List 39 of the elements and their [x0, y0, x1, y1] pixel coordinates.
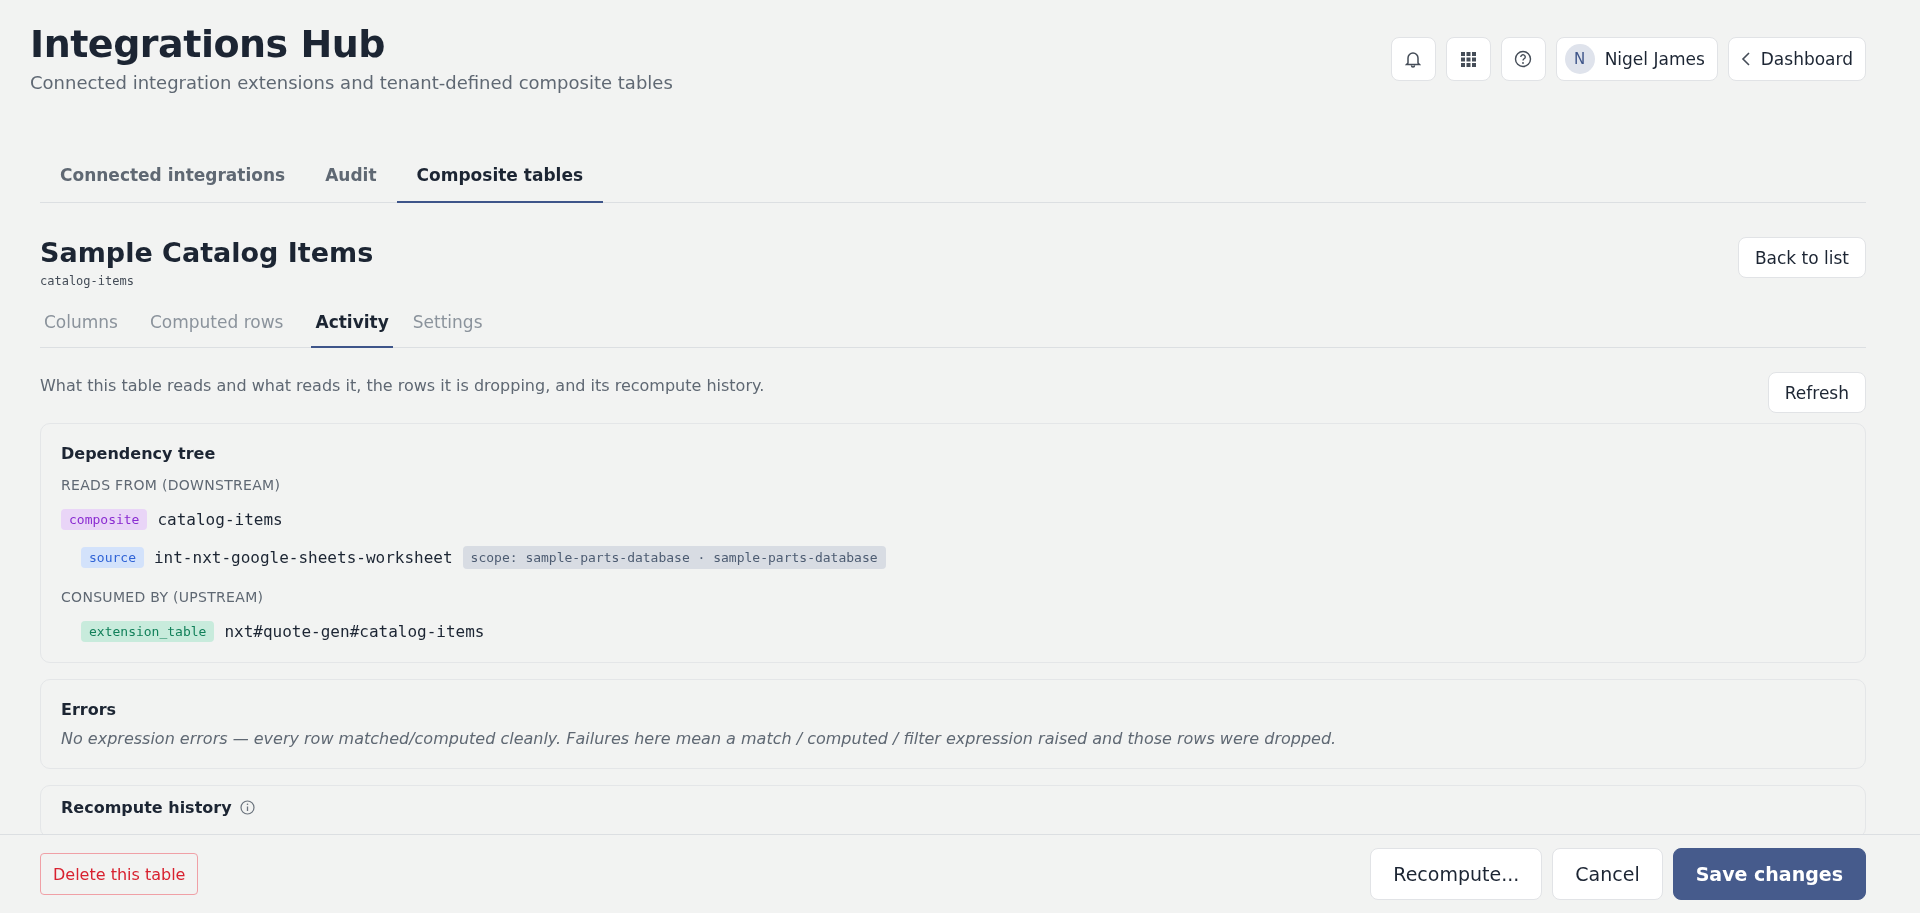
table-slug: catalog-items: [40, 274, 135, 288]
section-heading: CONSUMED BY (UPSTREAM): [61, 589, 265, 605]
page-title: Integrations Hub: [30, 22, 386, 66]
footer-button[interactable]: Cancel: [1552, 848, 1663, 900]
sub-tab[interactable]: Activity: [311, 308, 393, 348]
table-title: Sample Catalog Items: [40, 237, 374, 268]
tab[interactable]: Composite tables: [396, 165, 604, 203]
type-tag: composite: [61, 509, 148, 530]
back-to-list-button[interactable]: Back to list: [1737, 237, 1866, 278]
scope-label: scope: sample-parts-database · sample-parts-database: [462, 546, 886, 569]
activity-description: What this table reads and what reads it, the rows it is dropping, and its recompute history.: [40, 376, 765, 395]
delete-table-button[interactable]: Delete this table: [40, 853, 199, 895]
card-title: Errors: [61, 700, 118, 719]
section-heading: READS FROM (DOWNSTREAM): [61, 477, 282, 493]
bell-icon: [1405, 50, 1422, 68]
node-name: nxt#quote-gen#catalog-items: [224, 622, 485, 641]
help-icon: [1514, 50, 1533, 68]
footer-button[interactable]: Recompute...: [1370, 848, 1543, 900]
apps-button[interactable]: [1445, 37, 1491, 81]
chevron-left-icon: [1740, 51, 1751, 67]
grid-icon: [1460, 51, 1476, 67]
tab[interactable]: Audit: [305, 165, 397, 203]
tab[interactable]: Connected integrations: [40, 165, 306, 203]
info-icon: [239, 800, 255, 815]
help-button[interactable]: [1500, 37, 1546, 81]
errors-message: No expression errors — every row matched/computed cleanly. Failures here mean a match / computed / filter expression raised and those rows were dropped.: [61, 729, 1338, 748]
type-tag: source: [81, 547, 144, 568]
card-title: Recompute history: [61, 798, 232, 817]
save-button[interactable]: Save changes: [1672, 848, 1866, 900]
user-menu-button[interactable]: N Nigel James: [1555, 37, 1718, 81]
card-title: Dependency tree: [61, 444, 217, 463]
node-name: int-nxt-google-sheets-worksheet: [153, 548, 453, 567]
dashboard-button[interactable]: Dashboard: [1727, 37, 1866, 81]
page-subtitle: Connected integration extensions and tenant-defined composite tables: [30, 72, 673, 93]
user-avatar: N: [1564, 44, 1595, 74]
type-tag: extension_table: [81, 621, 215, 642]
refresh-button[interactable]: Refresh: [1767, 372, 1866, 413]
notifications-button[interactable]: [1390, 37, 1436, 81]
node-name: catalog-items: [157, 510, 283, 529]
